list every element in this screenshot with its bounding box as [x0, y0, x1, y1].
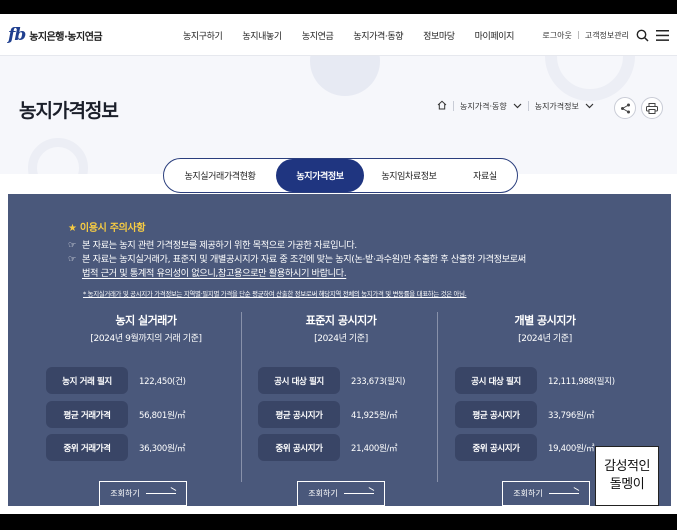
stat-value: 12,111,988(필지) [548, 376, 615, 387]
print-button[interactable] [641, 97, 663, 119]
logo-mark: fb [8, 25, 26, 45]
util-separator [577, 31, 579, 39]
stat-value: 33,796원/㎡ [548, 410, 595, 421]
main-nav: 농지구하기 농지내놓기 농지연금 농지가격·동향 정보마당 마이페이지 [183, 14, 534, 56]
breadcrumb-item-price-info[interactable]: 농지가격정보 [535, 101, 579, 112]
stat-value: 19,400원/㎡ [548, 443, 595, 454]
individual-land-price-column: 개별 공시지가 [2024년 기준] [455, 312, 635, 344]
column-subtitle: [2024년 기준] [314, 334, 368, 344]
stat-value: 233,673(필지) [351, 376, 406, 387]
stat-row: 평균 공시지가 33,796원/㎡ [455, 401, 595, 428]
decor-circle [310, 56, 380, 96]
stat-label: 중위 공시지가 [455, 434, 537, 461]
view-standard-price-button[interactable]: 조회하기 [297, 481, 385, 506]
column-divider [241, 312, 242, 482]
arrow-right-icon [343, 493, 374, 494]
content-tabs: 농지실거래가격현황 농지가격정보 농지임차료정보 자료실 [163, 158, 518, 193]
decor-circle [28, 138, 88, 174]
standard-land-price-column: 표준지 공시지가 [2024년 기준] [251, 312, 431, 344]
usage-notice: ★ 이용시 주의사항 ☞ 본 자료는 농지 관련 가격정보를 제공하기 위한 목적… [68, 219, 628, 281]
stat-row: 평균 공시지가 41,925원/㎡ [258, 401, 398, 428]
notice-line: 법적 근거 및 통계적 유의성이 없으니,참고용으로만 활용하시기 바랍니다. [82, 268, 347, 279]
stat-label: 중위 거래가격 [46, 434, 128, 461]
price-info-panel: ★ 이용시 주의사항 ☞ 본 자료는 농지 관련 가격정보를 제공하기 위한 목적… [8, 194, 671, 506]
stat-label: 공시 대상 필지 [455, 367, 537, 394]
stat-value: 36,300원/㎡ [139, 443, 186, 454]
share-icon [620, 99, 631, 118]
stat-row: 중위 거래가격 36,300원/㎡ [46, 434, 186, 461]
column-divider [437, 312, 438, 482]
column-title: 표준지 공시지가 [305, 314, 377, 327]
tab-real-transaction[interactable]: 농지실거래가격현황 [164, 159, 276, 192]
notice-title: ★ 이용시 주의사항 [68, 223, 146, 234]
notice-line: ☞ 본 자료는 농지 관련 가격정보를 제공하기 위한 목적으로 가공한 자료입니… [68, 240, 357, 251]
breadcrumb-separator [453, 101, 454, 111]
nav-item-offer-farmland[interactable]: 농지내놓기 [242, 29, 282, 42]
share-button[interactable] [614, 97, 636, 119]
site-header: fb 농지은행·농지연금 농지구하기 농지내놓기 농지연금 농지가격·동향 정보… [0, 14, 677, 56]
arrow-right-icon [145, 493, 176, 494]
pointing-hand-icon: ☞ [68, 240, 76, 251]
view-real-transaction-button[interactable]: 조회하기 [99, 481, 187, 506]
stamp-line: 돌멩이 [609, 477, 645, 492]
page-frame: fb 농지은행·농지연금 농지구하기 농지내놓기 농지연금 농지가격·동향 정보… [0, 14, 677, 514]
stamp-line: 감성적인 [604, 459, 650, 474]
notice-line: ☞ 본 자료는 농지실거래가, 표준지 및 개별공시지가 자료 중 조건에 맞는 … [68, 254, 526, 265]
chevron-down-icon[interactable] [513, 102, 522, 111]
nav-item-mypage[interactable]: 마이페이지 [475, 29, 515, 42]
stat-row: 평균 거래가격 56,801원/㎡ [46, 401, 186, 428]
breadcrumb: 농지가격·동향 농지가격정보 [437, 100, 594, 112]
watermark-stamp: 감성적인 돌멩이 [595, 446, 659, 506]
tab-rent-info[interactable]: 농지임차료정보 [364, 159, 454, 192]
stat-row: 중위 공시지가 19,400원/㎡ [455, 434, 595, 461]
pointing-hand-icon: ☞ [68, 254, 76, 265]
stat-label: 평균 공시지가 [455, 401, 537, 428]
stat-row: 공시 대상 필지 233,673(필지) [258, 367, 405, 394]
util-menu: 로그아웃 고객정보관리 [542, 14, 669, 56]
site-logo[interactable]: fb 농지은행·농지연금 [8, 25, 103, 45]
hamburger-menu-icon[interactable] [655, 28, 669, 42]
nav-item-find-farmland[interactable]: 농지구하기 [183, 29, 223, 42]
stat-value: 122,450(건) [139, 376, 186, 387]
page-title: 농지가격정보 [19, 100, 119, 122]
notice-footnote: * 농지실거래가 및 공시지가 가격정보는 지역별·필지별 가격을 단순 평균하… [83, 290, 467, 298]
real-transaction-column: 농지 실거래가 [2024년 9월까지의 거래 기준] [56, 312, 236, 344]
stat-value: 41,925원/㎡ [351, 410, 398, 421]
print-icon [646, 99, 658, 118]
chevron-down-icon[interactable] [585, 102, 594, 111]
stat-label: 농지 거래 필지 [46, 367, 128, 394]
nav-item-price-trend[interactable]: 농지가격·동향 [353, 29, 403, 42]
column-title: 개별 공시지가 [514, 314, 576, 327]
column-subtitle: [2024년 기준] [518, 334, 572, 344]
customer-info-link[interactable]: 고객정보관리 [585, 30, 629, 41]
tab-archive[interactable]: 자료실 [454, 159, 516, 192]
view-individual-price-button[interactable]: 조회하기 [502, 481, 590, 506]
page-hero: 농지가격정보 농지가격·동향 농지가격정보 [0, 56, 677, 174]
nav-item-farmland-pension[interactable]: 농지연금 [302, 29, 334, 42]
stat-row: 중위 공시지가 21,400원/㎡ [258, 434, 398, 461]
stat-label: 평균 거래가격 [46, 401, 128, 428]
stat-label: 공시 대상 필지 [258, 367, 340, 394]
stat-row: 공시 대상 필지 12,111,988(필지) [455, 367, 615, 394]
column-title: 농지 실거래가 [115, 314, 177, 327]
stat-label: 중위 공시지가 [258, 434, 340, 461]
stat-row: 농지 거래 필지 122,450(건) [46, 367, 186, 394]
search-icon[interactable] [635, 28, 649, 42]
stat-value: 21,400원/㎡ [351, 443, 398, 454]
tab-price-info[interactable]: 농지가격정보 [276, 159, 364, 192]
column-subtitle: [2024년 9월까지의 거래 기준] [90, 334, 202, 344]
logo-text: 농지은행·농지연금 [29, 31, 103, 43]
breadcrumb-item-price-trend[interactable]: 농지가격·동향 [460, 101, 507, 112]
nav-item-info[interactable]: 정보마당 [423, 29, 455, 42]
home-icon[interactable] [437, 100, 447, 112]
breadcrumb-separator [527, 101, 529, 111]
stat-value: 56,801원/㎡ [139, 410, 186, 421]
logout-link[interactable]: 로그아웃 [542, 30, 571, 41]
decor-circle [545, 56, 635, 101]
stat-label: 평균 공시지가 [258, 401, 340, 428]
arrow-right-icon [548, 493, 579, 494]
